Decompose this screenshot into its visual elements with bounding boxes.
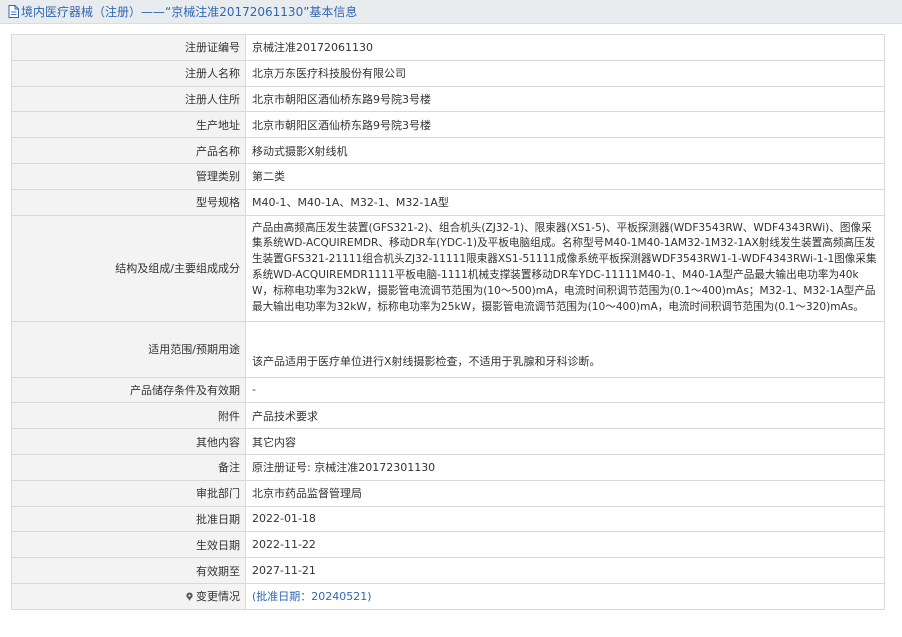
page-title: 境内医疗器械（注册）——“京械注准20172061130”基本信息 bbox=[0, 3, 357, 20]
table-row: 注册证编号 京械注准20172061130 bbox=[11, 34, 885, 61]
row-label: 产品名称 bbox=[11, 137, 246, 164]
page-header-bar: 境内医疗器械（注册）——“京械注准20172061130”基本信息 bbox=[0, 0, 902, 24]
row-value: 2022-01-18 bbox=[245, 505, 885, 533]
table-row: 生产地址 北京市朝阳区酒仙桥东路9号院3号楼 bbox=[11, 111, 885, 139]
row-value: 2027-11-21 bbox=[245, 557, 885, 584]
table-row: 附件 产品技术要求 bbox=[11, 402, 885, 430]
row-value: 北京市朝阳区酒仙桥东路9号院3号楼 bbox=[245, 85, 885, 113]
row-value: 北京万东医疗科技股份有限公司 bbox=[245, 59, 885, 87]
row-value: 移动式摄影X射线机 bbox=[245, 137, 885, 164]
row-label: 注册证编号 bbox=[11, 34, 246, 61]
table-row: 有效期至 2027-11-21 bbox=[11, 557, 885, 584]
row-value: 该产品适用于医疗单位进行X射线摄影检查，不适用于乳腺和牙科诊断。 bbox=[245, 320, 885, 378]
table-row: 产品名称 移动式摄影X射线机 bbox=[11, 137, 885, 164]
table-row: 注册人名称 北京万东医疗科技股份有限公司 bbox=[11, 59, 885, 87]
page-title-text: 境内医疗器械（注册）——“京械注准20172061130”基本信息 bbox=[21, 5, 358, 19]
table-row: 审批部门 北京市药品监督管理局 bbox=[11, 479, 885, 507]
row-label: 生效日期 bbox=[11, 531, 246, 559]
table-row: 产品储存条件及有效期 - bbox=[11, 376, 885, 404]
row-label: 结构及组成/主要组成成分 bbox=[11, 214, 246, 322]
document-icon bbox=[8, 5, 19, 18]
row-value: (批准日期：20240521) bbox=[245, 582, 885, 610]
row-label: 审批部门 bbox=[11, 479, 246, 507]
row-label: 注册人名称 bbox=[11, 59, 246, 87]
row-label: 其他内容 bbox=[11, 428, 246, 455]
row-value: 其它内容 bbox=[245, 428, 885, 455]
row-value: 第二类 bbox=[245, 162, 885, 190]
table-row: 其他内容 其它内容 bbox=[11, 428, 885, 455]
note-label-text: 变更情况 bbox=[196, 590, 240, 604]
table-row: 结构及组成/主要组成成分 产品由高频高压发生装置(GFS321-2)、组合机头(… bbox=[11, 214, 885, 322]
row-label: 附件 bbox=[11, 402, 246, 430]
row-value: - bbox=[245, 376, 885, 404]
row-value: 产品技术要求 bbox=[245, 402, 885, 430]
row-label: 备注 bbox=[11, 453, 246, 481]
row-label: 批准日期 bbox=[11, 505, 246, 533]
row-label: 型号规格 bbox=[11, 188, 246, 216]
table-row: 管理类别 第二类 bbox=[11, 162, 885, 190]
device-info-table: 注册证编号 京械注准20172061130 注册人名称 北京万东医疗科技股份有限… bbox=[11, 34, 885, 610]
row-value: 北京市朝阳区酒仙桥东路9号院3号楼 bbox=[245, 111, 885, 139]
table-row: 注册人住所 北京市朝阳区酒仙桥东路9号院3号楼 bbox=[11, 85, 885, 113]
table-row: 适用范围/预期用途 该产品适用于医疗单位进行X射线摄影检查，不适用于乳腺和牙科诊… bbox=[11, 320, 885, 378]
row-label: 适用范围/预期用途 bbox=[11, 320, 246, 378]
table-row: 变更情况 (批准日期：20240521) bbox=[11, 582, 885, 610]
row-value: 产品由高频高压发生装置(GFS321-2)、组合机头(ZJ32-1)、限束器(X… bbox=[245, 214, 885, 322]
row-label: 有效期至 bbox=[11, 557, 246, 584]
details-link[interactable]: (批准日期：20240521) bbox=[252, 590, 372, 603]
row-value: 京械注准20172061130 bbox=[245, 34, 885, 61]
row-value: 原注册证号: 京械注准20172301130 bbox=[245, 453, 885, 481]
row-value: M40-1、M40-1A、M32-1、M32-1A型 bbox=[245, 188, 885, 216]
table-row: 备注 原注册证号: 京械注准20172301130 bbox=[11, 453, 885, 481]
row-label: 管理类别 bbox=[11, 162, 246, 190]
table-row: 批准日期 2022-01-18 bbox=[11, 505, 885, 533]
row-label: 产品储存条件及有效期 bbox=[11, 376, 246, 404]
table-row: 生效日期 2022-11-22 bbox=[11, 531, 885, 559]
row-label: 生产地址 bbox=[11, 111, 246, 139]
row-label: 注册人住所 bbox=[11, 85, 246, 113]
row-label-note: 变更情况 bbox=[11, 582, 246, 610]
pin-icon bbox=[185, 591, 194, 602]
row-value: 北京市药品监督管理局 bbox=[245, 479, 885, 507]
row-value: 2022-11-22 bbox=[245, 531, 885, 559]
table-row: 型号规格 M40-1、M40-1A、M32-1、M32-1A型 bbox=[11, 188, 885, 216]
